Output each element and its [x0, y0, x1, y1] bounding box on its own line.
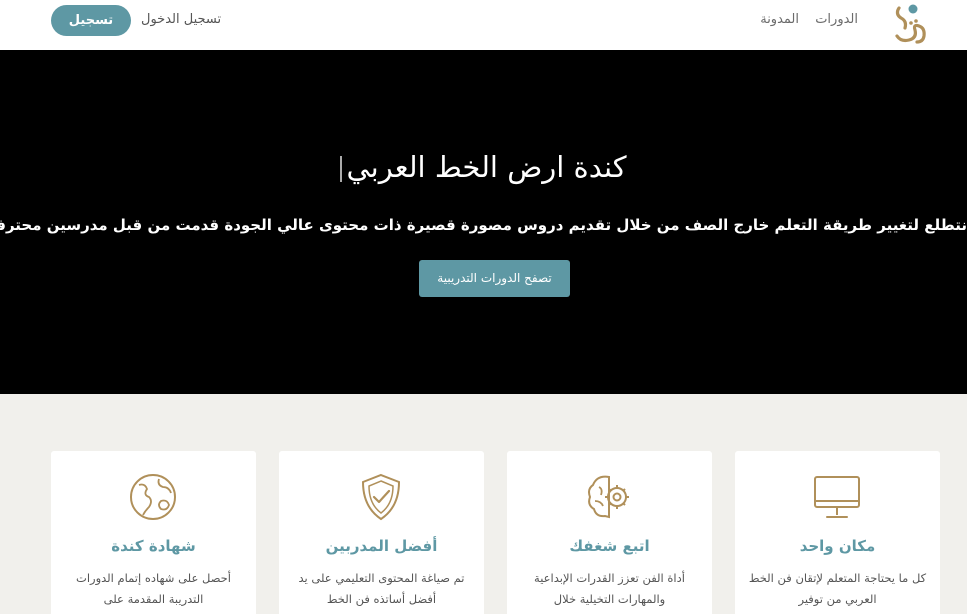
feature-text: أحصل على شهاده إتمام الدورات التدريبة ال…	[76, 571, 231, 606]
feature-text: تم صياغة المحتوى التعليمي على يد أفضل أس…	[298, 571, 465, 606]
feature-card-certificate: شهادة كندة أحصل على شهاده إتمام الدورات …	[51, 451, 256, 614]
shield-check-icon	[361, 473, 401, 521]
feature-title: شهادة كندة	[111, 537, 196, 555]
feature-text: أداة الفن تعزز القدرات الإبداعية والمهار…	[534, 571, 685, 606]
signup-button[interactable]: تسجيل	[51, 5, 131, 36]
login-link[interactable]: تسجيل الدخول	[141, 12, 221, 27]
brain-gear-icon	[588, 475, 629, 519]
feature-card-best-trainers: أفضل المدربين تم صياغة المحتوى التعليمي …	[279, 451, 484, 614]
browse-courses-button[interactable]: تصفح الدورات التدريبية	[419, 260, 570, 297]
feature-card-one-place: مكان واحد كل ما يحتاجة المتعلم لإتقان فن…	[735, 451, 940, 614]
kinda-logo[interactable]	[891, 0, 931, 46]
hero-subtitle: نتطلع لتغيير طريقة التعلم خارج الصف من خ…	[0, 216, 967, 234]
feature-text: كل ما يحتاجة المتعلم لإتقان فن الخط العر…	[748, 571, 927, 606]
hero-title-wrap: كندة ارض الخط العربي	[0, 150, 967, 184]
feature-title: اتبع شغفك	[569, 537, 650, 555]
typing-cursor	[340, 156, 343, 182]
hero-title: كندة ارض الخط العربي	[346, 150, 627, 184]
nav-courses-link[interactable]: الدورات	[815, 12, 858, 27]
feature-title: مكان واحد	[799, 537, 876, 555]
top-navbar: الدورات المدونة تسجيل الدخول تسجيل	[0, 0, 967, 50]
nav-blog-link[interactable]: المدونة	[760, 12, 799, 27]
hero-section: كندة ارض الخط العربي نتطلع لتغيير طريقة …	[0, 50, 967, 394]
feature-title: أفضل المدربين	[325, 537, 438, 555]
monitor-icon	[814, 476, 860, 518]
features-section: مكان واحد كل ما يحتاجة المتعلم لإتقان فن…	[0, 394, 967, 614]
globe-icon	[130, 474, 176, 520]
feature-card-passion: اتبع شغفك أداة الفن تعزز القدرات الإبداع…	[507, 451, 712, 614]
